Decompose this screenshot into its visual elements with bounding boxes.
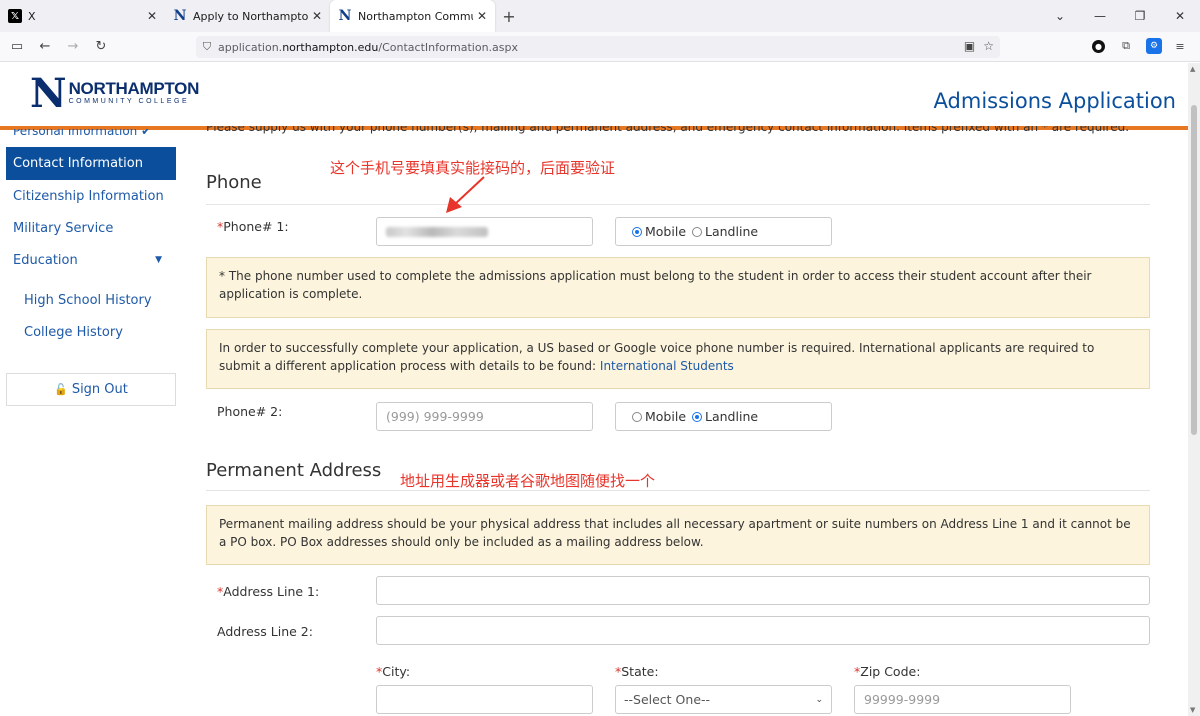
scrollbar-thumb[interactable] [1191, 105, 1197, 435]
sidebar-item-personal-information[interactable]: Personal Information ✔ [6, 129, 176, 147]
northampton-favicon-icon: N [338, 8, 352, 24]
phone2-input[interactable]: (999) 999-9999 [376, 402, 593, 431]
zip-label: *Zip Code: [854, 664, 921, 679]
sidebar-item-citizenship-information[interactable]: Citizenship Information [6, 180, 176, 212]
sidebar-item-contact-information[interactable]: Contact Information [6, 147, 176, 180]
extensions-puzzle-icon[interactable]: ⧉ [1118, 38, 1134, 54]
reader-view-icon[interactable]: ▣ [964, 39, 975, 53]
sidebar-item-high-school-history[interactable]: High School History [6, 284, 176, 316]
unlock-icon: 🔓 [54, 383, 68, 396]
extension-dark-icon[interactable]: ● [1092, 40, 1105, 53]
phone1-mobile-radio[interactable]: Mobile [632, 224, 686, 239]
extension-blue-icon[interactable]: ⚙ [1146, 38, 1162, 54]
phone1-input[interactable] [376, 217, 593, 246]
page-title: Admissions Application [933, 89, 1176, 113]
close-window-icon[interactable]: ✕ [1160, 0, 1200, 32]
url-text: application.northampton.edu/ContactInfor… [218, 40, 519, 54]
scroll-down-icon[interactable]: ▼ [1190, 706, 1195, 714]
sidebar-item-education[interactable]: Education ▼ [6, 244, 176, 276]
phone1-landline-radio[interactable]: Landline [692, 224, 758, 239]
sign-out-button[interactable]: 🔓 Sign Out [6, 373, 176, 406]
redacted-phone-value [386, 226, 488, 237]
restore-icon[interactable]: ❐ [1120, 0, 1160, 32]
phone-notice-international: In order to successfully complete your a… [206, 329, 1150, 389]
address-line2-input[interactable] [376, 616, 1150, 645]
phone1-label: *Phone# 1: [217, 219, 289, 234]
section-divider [206, 204, 1150, 205]
section-divider [206, 490, 1150, 491]
city-label: *City: [376, 664, 411, 679]
phone1-type-group: Mobile Landline [615, 217, 832, 246]
address-line2-label: Address Line 2: [217, 624, 313, 639]
close-tab-icon[interactable]: ✕ [147, 9, 157, 23]
browser-tab-apply[interactable]: N Apply to Northampton Community College… [165, 0, 330, 32]
address-line1-label: *Address Line 1: [217, 584, 320, 599]
sidebar-nav: Personal Information ✔ Contact Informati… [6, 129, 176, 406]
annotation-address-note: 地址用生成器或者谷歌地图随便找一个 [400, 472, 656, 490]
phone-section-title: Phone [206, 172, 262, 193]
phone2-landline-radio[interactable]: Landline [692, 409, 758, 424]
app-menu-icon[interactable]: ≡ [1172, 38, 1188, 54]
international-students-link[interactable]: International Students [600, 359, 734, 373]
chevron-down-icon: ⌄ [815, 694, 823, 705]
address-line1-input[interactable] [376, 576, 1150, 605]
phone2-type-group: Mobile Landline [615, 402, 832, 431]
state-select[interactable]: --Select One-- ⌄ [615, 685, 832, 714]
sidebar-item-college-history[interactable]: College History [6, 316, 176, 348]
state-label: *State: [615, 664, 659, 679]
caret-down-icon: ▼ [155, 255, 162, 265]
browser-tab-bar: 𝕏 X ✕ N Apply to Northampton Community C… [0, 0, 1200, 32]
sidebar-item-military-service[interactable]: Military Service [6, 212, 176, 244]
city-input[interactable] [376, 685, 593, 714]
browser-tab-active[interactable]: N Northampton Community College ✕ [330, 0, 495, 32]
address-notice: Permanent mailing address should be your… [206, 505, 1150, 565]
close-tab-icon[interactable]: ✕ [312, 9, 322, 23]
x-logo-icon: 𝕏 [8, 9, 22, 23]
forward-arrow-icon[interactable]: → [60, 34, 86, 60]
tab-title: X [28, 9, 36, 23]
web-page: N NORTHAMPTON COMMUNITY COLLEGE Admissio… [0, 63, 1188, 716]
sidebar-toggle-icon[interactable]: ▭ [4, 34, 30, 60]
tab-list-chevron-icon[interactable]: ⌄ [1040, 0, 1080, 32]
intro-text: Please supply us with your phone number(… [206, 126, 1130, 134]
site-info-icon[interactable]: ⛉ [196, 40, 218, 54]
new-tab-button[interactable]: + [495, 0, 523, 32]
address-bar[interactable]: ⛉ application.northampton.edu/ContactInf… [196, 36, 1000, 58]
chevron-down-icon: ✔ [141, 129, 152, 138]
window-controls: ⌄ — ❐ ✕ [1040, 0, 1200, 32]
phone2-mobile-radio[interactable]: Mobile [632, 409, 686, 424]
close-tab-icon[interactable]: ✕ [477, 9, 487, 23]
northampton-logo[interactable]: N NORTHAMPTON COMMUNITY COLLEGE [30, 74, 199, 114]
bookmark-star-icon[interactable]: ☆ [983, 39, 994, 53]
tab-title: Northampton Community College [358, 9, 473, 23]
tab-title: Apply to Northampton Community College [193, 9, 308, 23]
northampton-favicon-icon: N [173, 8, 187, 24]
page-scrollbar[interactable]: ▲ ▼ [1188, 63, 1200, 716]
scroll-up-icon[interactable]: ▲ [1190, 65, 1195, 73]
reload-icon[interactable]: ↻ [88, 34, 114, 60]
back-arrow-icon[interactable]: ← [32, 34, 58, 60]
phone2-label: Phone# 2: [217, 404, 283, 419]
phone-notice-student: * The phone number used to complete the … [206, 257, 1150, 318]
browser-tab-x[interactable]: 𝕏 X ✕ [0, 0, 165, 32]
zip-input[interactable]: 99999-9999 [854, 685, 1071, 714]
annotation-arrow-icon [446, 176, 485, 213]
permanent-address-title: Permanent Address [206, 460, 382, 481]
minimize-icon[interactable]: — [1080, 0, 1120, 32]
